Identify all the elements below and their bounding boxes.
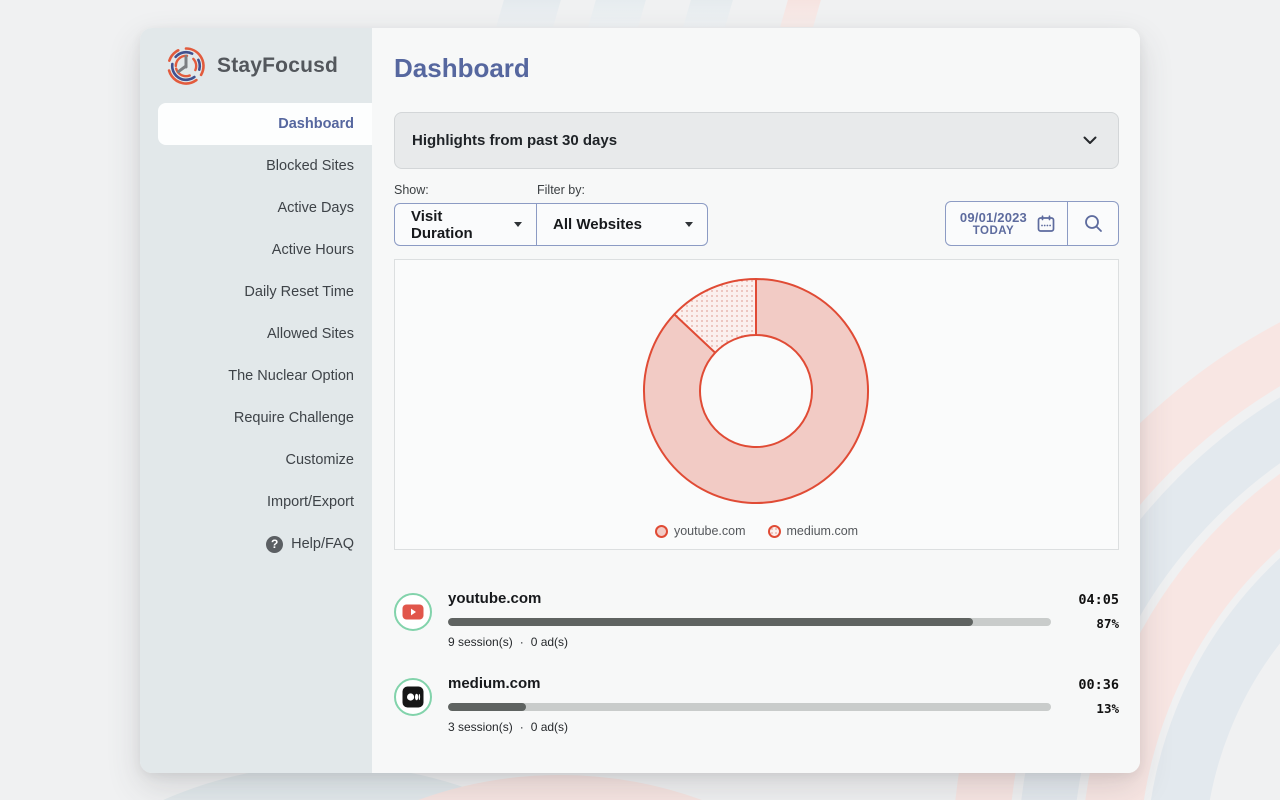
highlights-dropdown[interactable]: Highlights from past 30 days: [394, 112, 1119, 169]
site-main: medium.com 3 session(s) · 0 ad(s): [448, 675, 1051, 734]
date-text: 09/01/2023 TODAY: [960, 210, 1027, 237]
ad-count: 0 ad(s): [531, 720, 568, 734]
meta-separator: ·: [520, 720, 524, 734]
sidebar-item-daily-reset-time[interactable]: Daily Reset Time: [140, 271, 372, 313]
site-row-medium: medium.com 3 session(s) · 0 ad(s) 00:36 …: [394, 675, 1119, 734]
stayfocusd-logo-icon: [165, 45, 207, 87]
filter-select[interactable]: All Websites: [536, 203, 708, 246]
legend-label: youtube.com: [674, 524, 746, 538]
sidebar: StayFocusd Dashboard Blocked Sites Activ…: [140, 28, 372, 773]
meta-separator: ·: [520, 635, 524, 649]
sidebar-item-nuclear-option[interactable]: The Nuclear Option: [140, 355, 372, 397]
help-faq-label: Help/FAQ: [291, 536, 354, 552]
page-title: Dashboard: [394, 53, 1119, 84]
ad-count: 0 ad(s): [531, 635, 568, 649]
sidebar-item-active-hours[interactable]: Active Hours: [140, 229, 372, 271]
app-logo-row: StayFocusd: [140, 45, 372, 87]
show-field: Show: Visit Duration: [394, 183, 537, 246]
filter-field: Filter by: All Websites: [537, 183, 708, 246]
caret-down-icon: [514, 222, 522, 227]
session-count: 3 session(s): [448, 720, 513, 734]
main-content: Dashboard Highlights from past 30 days S…: [372, 28, 1140, 773]
question-mark-icon: ?: [266, 536, 283, 553]
site-name: medium.com: [448, 675, 1051, 695]
site-stats: 00:36 13%: [1063, 675, 1119, 716]
decor-stripe: [496, 0, 561, 27]
site-meta: 3 session(s) · 0 ad(s): [448, 720, 1051, 734]
site-time: 00:36: [1078, 675, 1119, 695]
date-picker-button[interactable]: 09/01/2023 TODAY: [945, 201, 1068, 246]
show-label: Show:: [394, 183, 537, 197]
youtube-icon: [402, 604, 424, 620]
sidebar-item-customize[interactable]: Customize: [140, 439, 372, 481]
show-select-value: Visit Duration: [411, 208, 504, 242]
decor-stripe: [780, 0, 821, 27]
site-name: youtube.com: [448, 590, 1051, 610]
controls-row: Show: Visit Duration Filter by: All Webs…: [394, 183, 1119, 246]
filter-select-value: All Websites: [553, 216, 642, 233]
usage-bar-track: [448, 703, 1051, 711]
caret-down-icon: [685, 222, 693, 227]
sidebar-item-help-faq[interactable]: ? Help/FAQ: [140, 523, 372, 565]
sidebar-nav: Dashboard Blocked Sites Active Days Acti…: [140, 103, 372, 565]
medium-avatar: [394, 678, 432, 716]
search-button[interactable]: [1068, 201, 1119, 246]
usage-bar-fill: [448, 618, 973, 626]
legend-swatch-dotted: [768, 525, 781, 538]
donut-chart: [395, 274, 1118, 518]
youtube-avatar: [394, 593, 432, 631]
medium-icon: [402, 686, 424, 708]
session-count: 9 session(s): [448, 635, 513, 649]
decor-stripe: [588, 0, 646, 27]
usage-bar-fill: [448, 703, 526, 711]
site-meta: 9 session(s) · 0 ad(s): [448, 635, 1051, 649]
decor-stripe: [683, 0, 733, 27]
chevron-down-icon: [1083, 136, 1097, 145]
site-percent: 87%: [1096, 616, 1119, 631]
filter-label: Filter by:: [537, 183, 708, 197]
site-percent: 13%: [1096, 701, 1119, 716]
legend-item-youtube[interactable]: youtube.com: [655, 524, 746, 538]
site-main: youtube.com 9 session(s) · 0 ad(s): [448, 590, 1051, 649]
sidebar-item-require-challenge[interactable]: Require Challenge: [140, 397, 372, 439]
search-icon: [1084, 214, 1103, 233]
app-name: StayFocusd: [217, 54, 338, 78]
sidebar-item-active-days[interactable]: Active Days: [140, 187, 372, 229]
site-stats: 04:05 87%: [1063, 590, 1119, 631]
chart-legend: youtube.com medium.com: [655, 524, 858, 538]
date-search-group: 09/01/2023 TODAY: [945, 201, 1119, 246]
calendar-icon: [1037, 215, 1055, 233]
legend-item-medium[interactable]: medium.com: [768, 524, 859, 538]
site-time: 04:05: [1078, 590, 1119, 610]
site-row-youtube: youtube.com 9 session(s) · 0 ad(s) 04:05…: [394, 590, 1119, 649]
usage-bar-track: [448, 618, 1051, 626]
sidebar-item-allowed-sites[interactable]: Allowed Sites: [140, 313, 372, 355]
highlights-label: Highlights from past 30 days: [412, 132, 617, 149]
legend-label: medium.com: [787, 524, 859, 538]
sidebar-item-blocked-sites[interactable]: Blocked Sites: [140, 145, 372, 187]
sidebar-item-import-export[interactable]: Import/Export: [140, 481, 372, 523]
date-today-label: TODAY: [960, 225, 1027, 237]
show-select[interactable]: Visit Duration: [394, 203, 537, 246]
app-window: StayFocusd Dashboard Blocked Sites Activ…: [140, 28, 1140, 773]
date-value: 09/01/2023: [960, 210, 1027, 225]
site-usage-list: youtube.com 9 session(s) · 0 ad(s) 04:05…: [394, 590, 1119, 734]
usage-donut-chart-panel: youtube.com medium.com: [394, 259, 1119, 550]
legend-swatch-solid: [655, 525, 668, 538]
sidebar-item-dashboard[interactable]: Dashboard: [158, 103, 372, 145]
